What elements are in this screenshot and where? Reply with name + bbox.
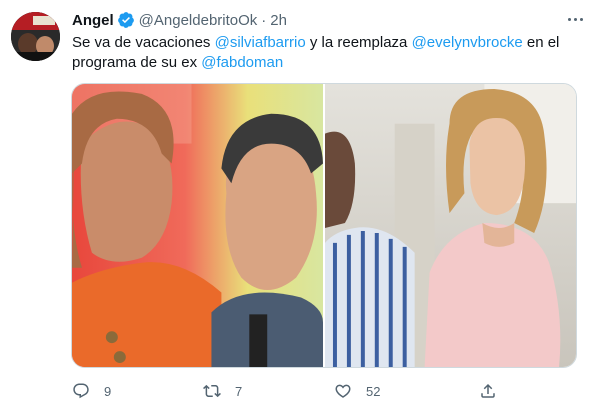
more-options-button[interactable] [562,6,588,32]
share-button[interactable] [479,378,497,404]
like-button[interactable]: 52 [334,378,380,404]
retweet-count: 7 [235,383,243,399]
text-segment: Se va de vacaciones [72,34,215,51]
avatar-image [11,12,60,61]
like-count: 52 [366,383,381,399]
mention-link[interactable]: @evelynvbrocke [412,34,523,51]
reply-count: 9 [104,383,112,399]
tweet-text-line-1: Se va de vacaciones @silviafbarrio y la … [72,33,582,53]
tweet-text-line-2: programa de su ex @fabdoman [72,53,582,73]
text-segment: en el [522,34,560,51]
reply-icon [73,383,89,399]
text-segment: programa de su ex [72,54,202,71]
photo-right-icon [325,84,576,367]
tweet-text: Se va de vacaciones @silviafbarrio y la … [72,33,582,73]
author-display-name[interactable]: Angel [72,12,114,29]
heart-icon [335,384,351,398]
author-handle[interactable]: @AngeldebritoOk [139,12,258,29]
media-image-left[interactable] [72,84,323,367]
verified-badge-icon [117,11,135,29]
tweet[interactable]: Angel @AngeldebritoOk · 2h Se va de vaca… [0,0,607,416]
more-dots-icon [567,17,571,21]
tweet-timestamp[interactable]: 2h [270,12,287,29]
photo-left-icon [72,84,323,367]
retweet-button[interactable]: 7 [203,378,242,404]
media-image-right[interactable] [325,84,576,367]
reply-button[interactable]: 9 [72,378,111,404]
text-segment: y la reemplaza [305,34,412,51]
avatar[interactable] [11,12,60,61]
tweet-media [71,83,577,368]
tweet-header: Angel @AngeldebritoOk · 2h [72,10,287,30]
mention-link[interactable]: @silviafbarrio [215,34,306,51]
share-icon [481,383,495,398]
separator-dot: · [261,11,267,29]
retweet-icon [203,384,221,398]
tweet-actions: 9 7 52 [72,378,502,404]
mention-link[interactable]: @fabdoman [201,54,283,71]
